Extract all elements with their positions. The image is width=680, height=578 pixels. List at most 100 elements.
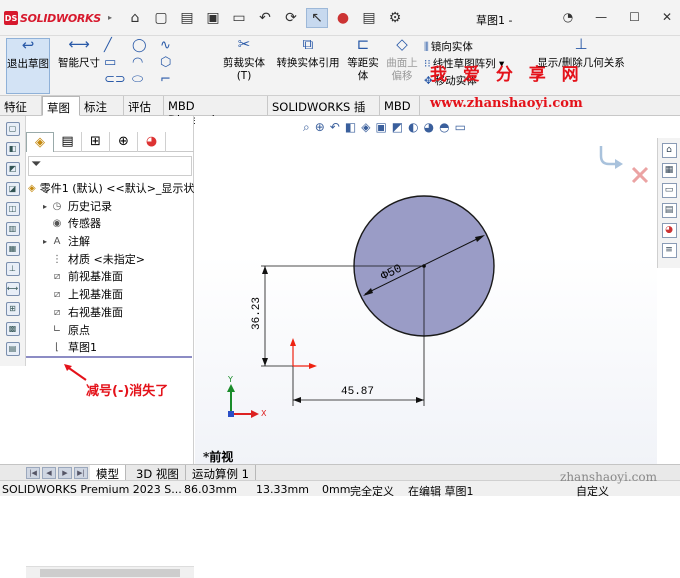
smart-dimension-button[interactable]: ⟷ 智能尺寸 [54,37,104,70]
tree-item-history[interactable]: ▸ ◷ 历史记录 [28,198,193,216]
traffic-light-icon[interactable]: ● [332,8,354,28]
horizontal-dimension[interactable]: 45.87 [341,386,374,398]
trim-button[interactable]: ✂ 剪裁实体(T) [216,37,272,83]
tab-markup[interactable]: 标注 [80,96,124,116]
appearances-icon[interactable]: ◕ [661,223,677,238]
rebuild-icon[interactable]: ⟳ [280,8,302,28]
sketch-underline [26,356,192,358]
quick-access-toolbar: ⌂ ▢ ▤ ▣ ▭ ↶ ⟳ ↖ ● ▤ ⚙ [124,8,406,28]
next-tab-icon[interactable]: ▶ [58,467,72,479]
property-manager-tab[interactable]: ▤ [54,132,82,152]
maximize-button[interactable]: ☐ [629,10,640,24]
display-relations-icon[interactable]: ⊞ [5,302,20,316]
tree-item-sensors[interactable]: ◉ 传感器 [28,215,193,233]
ellipse-icon[interactable]: ⬭ [132,72,160,87]
circle-icon[interactable]: ◯ [132,38,160,53]
tab-solidworks-addins[interactable]: SOLIDWORKS 插件 [268,96,380,130]
line-icon[interactable]: ╱ [104,38,132,53]
prev-tab-icon[interactable]: ◀ [42,467,56,479]
tree-root[interactable]: ◈ 零件1 (默认) <<默认>_显示状 [28,180,195,198]
arc-icon[interactable]: ◠ [132,55,160,70]
tab-evaluate[interactable]: 评估 [124,96,164,116]
grid-icon[interactable]: ▩ [5,322,20,336]
tree-horizontal-scrollbar[interactable] [26,566,194,578]
vertical-dimension[interactable]: 36.23 [251,297,263,330]
edit-appearance-icon[interactable]: ◫ [5,202,20,216]
status-units[interactable]: 自定义 [576,483,609,499]
tab-3d-view[interactable]: 3D 视图 [130,465,186,481]
fillet-icon[interactable]: ⌐ [160,72,188,87]
tab-mbd[interactable]: MBD [380,96,420,116]
mirror-label: 镜向实体 [430,41,473,53]
sketch-canvas[interactable]: Φ50 36.23 45.87 Y X [195,116,657,464]
print-icon[interactable]: ▭ [228,8,250,28]
view-palette-icon[interactable]: ▤ [661,203,677,218]
smart-dim-small-icon[interactable]: ⟷ [5,282,20,296]
tree-item-right-plane[interactable]: ⧄ 右视基准面 [28,304,193,322]
view-settings-icon[interactable]: ▦ [5,242,20,256]
home-icon[interactable]: ⌂ [124,8,146,28]
tree-item-origin[interactable]: ∟ 原点 [28,322,193,340]
tab-motion-study[interactable]: 运动算例 1 [186,465,256,481]
lock-view-icon[interactable]: ▤ [5,342,20,356]
mirror-entities-button[interactable]: ⫼ 镜向实体 [424,39,504,56]
scrollbar-thumb[interactable] [40,569,180,577]
tab-features[interactable]: 特征 [0,96,42,116]
exit-sketch-button[interactable]: ↩ 退出草图 [6,38,50,94]
hide-show-icon[interactable]: ◪ [5,182,20,196]
display-manager-tab[interactable]: ◕ [138,132,166,152]
new-icon[interactable]: ▢ [150,8,172,28]
custom-properties-icon[interactable]: ≡ [661,243,677,258]
menu-expand-icon[interactable]: ▸ [108,13,112,22]
graphics-area[interactable]: ⌕ ⊕ ↶ ◧ ◈ ▣ ◩ ◐ ◕ ◓ ▭ Φ50 36.23 45.87 Y … [195,116,657,464]
confirmation-corner[interactable] [599,146,649,184]
configuration-manager-tab[interactable]: ⊞ [82,132,110,152]
section-view-icon[interactable]: ◧ [5,142,20,156]
first-tab-icon[interactable]: |◀ [26,467,40,479]
tree-item-top-plane[interactable]: ⧄ 上视基准面 [28,286,193,304]
offset-button[interactable]: ⊏ 等距实体 [344,37,382,83]
file-props-icon[interactable]: ▤ [358,8,380,28]
reference-triad-icon[interactable]: Y X [227,375,267,418]
file-explorer-icon[interactable]: ▭ [661,183,677,198]
sketch-relations-icon[interactable]: ⊥ [5,262,20,276]
spline-icon[interactable]: ∿ [160,38,188,53]
tree-item-material[interactable]: ⋮ 材质 <未指定> [28,251,193,269]
expand-icon[interactable]: ▸ [40,233,50,251]
tab-sketch[interactable]: 草图 [42,96,80,116]
scene-icon[interactable]: ▥ [5,222,20,236]
tree-item-sketch1[interactable]: ⌊ 草图1 [28,339,193,357]
surface-offset-button[interactable]: ◇ 曲面上偏移 [384,37,420,83]
undo-icon[interactable]: ↶ [254,8,276,28]
view-orientation-icon[interactable]: ▢ [5,122,20,136]
last-tab-icon[interactable]: ▶| [74,467,88,479]
open-icon[interactable]: ▤ [176,8,198,28]
solidworks-resources-icon[interactable]: ⌂ [661,143,677,158]
help-icon[interactable]: ◔ [563,10,573,24]
tree-item-annotations[interactable]: ▸ A 注解 [28,233,193,251]
slot-icon[interactable]: ⊂⊃ [104,72,132,87]
sketch-origin-icon[interactable] [290,338,317,369]
tab-model[interactable]: 模型 [90,465,126,481]
minimize-button[interactable]: — [595,10,607,24]
tree-filter[interactable]: ⏷ [28,156,192,176]
display-style-icon[interactable]: ◩ [5,162,20,176]
exit-sketch-corner-icon[interactable] [599,146,617,166]
feature-manager-tab[interactable]: ◈ [26,132,54,152]
save-icon[interactable]: ▣ [202,8,224,28]
rectangle-icon[interactable]: ▭ [104,55,132,70]
tab-mbd-dimensions[interactable]: MBD Dimensions [164,96,268,127]
close-button[interactable]: ✕ [662,10,672,24]
window-controls: ◔ — ☐ ✕ [563,10,672,24]
polygon-icon[interactable]: ⬡ [160,55,188,70]
tree-item-front-plane[interactable]: ⧄ 前视基准面 [28,268,193,286]
dimxpert-manager-tab[interactable]: ⊕ [110,132,138,152]
select-icon[interactable]: ↖ [306,8,328,28]
design-library-icon[interactable]: ▦ [661,163,677,178]
expand-icon[interactable]: ▸ [40,198,50,216]
convert-entities-button[interactable]: ⧉ 转换实体引用 [274,37,342,70]
options-icon[interactable]: ⚙ [384,8,406,28]
discard-sketch-icon[interactable] [631,166,649,184]
tree-root-label: 零件1 (默认) <<默认>_显示状 [39,182,195,195]
solidworks-logo[interactable]: DS SOLIDWORKS [4,9,101,27]
